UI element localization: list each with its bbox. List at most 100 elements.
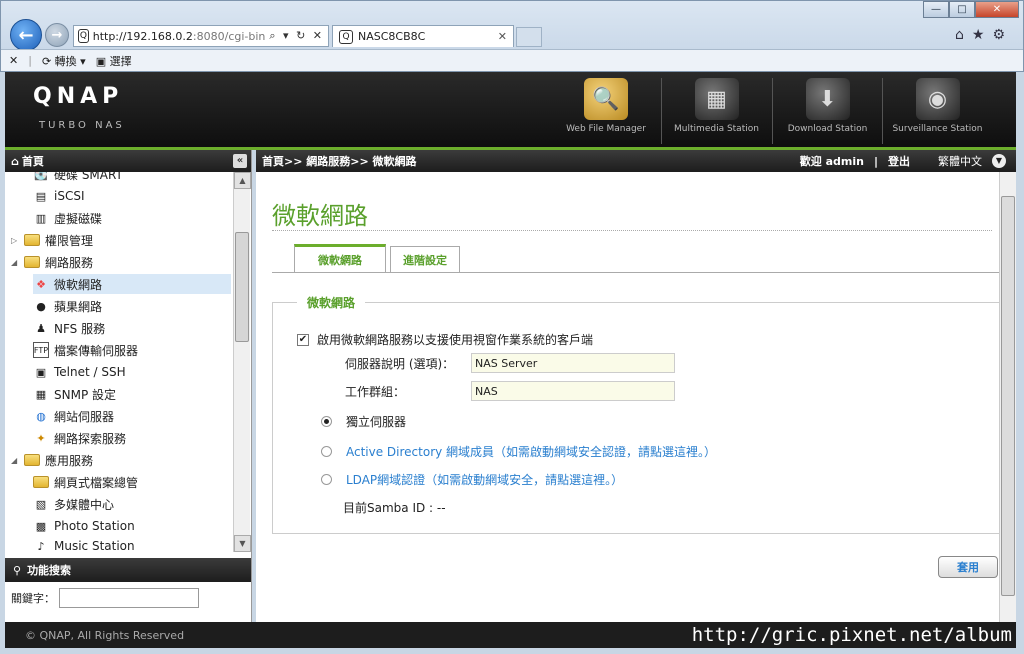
web-file-manager-app[interactable]: 🔍 Web File Manager bbox=[551, 78, 661, 144]
scroll-down-icon[interactable]: ▼ bbox=[234, 535, 251, 552]
search-keyword-label: 關鍵字： bbox=[11, 592, 55, 605]
language-selector[interactable]: 繁體中文 bbox=[938, 153, 982, 169]
tab-close-icon[interactable]: ✕ bbox=[498, 30, 507, 43]
standalone-server-option[interactable]: 獨立伺服器 bbox=[321, 413, 406, 430]
sidebar-header: ⌂ 首頁 « bbox=[5, 150, 251, 172]
ldap-radio[interactable] bbox=[321, 474, 332, 485]
discovery-icon: ✦ bbox=[36, 431, 46, 445]
scroll-thumb[interactable] bbox=[235, 232, 249, 342]
snmp-icon: ▦ bbox=[35, 387, 47, 401]
ftp-icon: FTP bbox=[33, 342, 49, 358]
browser-tab-active[interactable]: Q NASC8CB8C ✕ bbox=[332, 25, 514, 47]
surveillance-station-app[interactable]: ◉ Surveillance Station bbox=[882, 78, 992, 144]
multimedia-icon: ▦ bbox=[694, 78, 739, 120]
cmdbar-close-icon[interactable]: ✕ bbox=[9, 54, 18, 67]
sidebar-item-nfs[interactable]: ♟ NFS 服務 bbox=[33, 318, 105, 338]
sidebar-scrollbar[interactable]: ▲ ▼ bbox=[233, 172, 251, 552]
breadcrumb: 首頁>> 網路服務>> 微軟網路 bbox=[262, 155, 417, 168]
active-directory-option[interactable]: Active Directory 網域成員（如需啟動網域安全認證，請點選這裡。） bbox=[321, 443, 716, 460]
sidebar-item-ftp[interactable]: FTP 檔案傳輸伺服器 bbox=[33, 340, 138, 360]
select-button[interactable]: ▣ 選擇 bbox=[96, 53, 132, 69]
sidebar-item-photo-station[interactable]: ▩ Photo Station bbox=[33, 516, 135, 536]
sidebar-item-network-discovery[interactable]: ✦ 網路探索服務 bbox=[33, 428, 126, 448]
download-station-app[interactable]: ⬇ Download Station bbox=[772, 78, 882, 144]
search-icon: ⚲ bbox=[13, 563, 22, 577]
convert-button[interactable]: ⟳ 轉換 ▾ bbox=[42, 53, 86, 69]
standalone-server-radio[interactable] bbox=[321, 416, 332, 427]
sidebar-item-microsoft-network[interactable]: ❖ 微軟網路 bbox=[33, 274, 231, 294]
minimize-icon[interactable]: — bbox=[923, 1, 949, 18]
sidebar-item-music-station[interactable]: ♪ Music Station bbox=[33, 536, 134, 553]
apply-button[interactable]: 套用 bbox=[938, 556, 998, 578]
active-directory-radio[interactable] bbox=[321, 446, 332, 457]
enable-smb-checkbox[interactable]: ✔ bbox=[297, 333, 309, 346]
ldap-option[interactable]: LDAP網域認證（如需啟動網域安全，請點選這裡。） bbox=[321, 471, 623, 488]
fieldset-legend: 微軟網路 bbox=[297, 294, 366, 311]
enable-smb-row[interactable]: ✔ 啟用微軟網路服務以支援使用視窗作業系統的客戶端 bbox=[297, 331, 593, 348]
tab-advanced-settings[interactable]: 進階設定 bbox=[390, 246, 460, 272]
music-icon: ♪ bbox=[37, 539, 45, 553]
sidebar-item-iscsi[interactable]: ▤ iSCSI bbox=[33, 186, 85, 206]
address-bar[interactable]: Q http://192.168.0.2:8080/cgi-bin ⌕ ▾ ↻ … bbox=[73, 25, 329, 47]
sidebar-item-web-file-manager[interactable]: 網頁式檔案總管 bbox=[33, 472, 138, 492]
logout-link[interactable]: 登出 bbox=[888, 153, 910, 169]
windows-logo-icon: ❖ bbox=[36, 277, 46, 291]
sidebar-item-application-services[interactable]: ◢ 應用服務 bbox=[11, 450, 93, 470]
main-header: 首頁>> 網路服務>> 微軟網路 歡迎 admin | 登出 繁體中文 ▼ bbox=[256, 150, 1016, 172]
iscsi-icon: ▤ bbox=[35, 189, 47, 203]
forward-button[interactable]: → bbox=[45, 23, 69, 47]
expand-triangle-icon: ▷ bbox=[11, 235, 18, 245]
sidebar-item-network-services[interactable]: ◢ 網路服務 bbox=[11, 252, 93, 272]
server-description-row: 伺服器說明 (選項)： NAS Server bbox=[345, 353, 675, 373]
workgroup-input[interactable]: NAS bbox=[471, 381, 675, 401]
sidebar-tree: 💽 硬碟 SMART ▤ iSCSI ▥ 虛擬磁碟 ▷ 權限管理 ◢ 網路服務 ❖ 微軟網路… bbox=[5, 172, 251, 552]
collapse-triangle-icon: ◢ bbox=[11, 257, 18, 267]
main-panel: 首頁>> 網路服務>> 微軟網路 歡迎 admin | 登出 繁體中文 ▼ 微軟… bbox=[256, 150, 1016, 622]
window-controls: — □ ✕ bbox=[923, 1, 1019, 18]
main-scroll-thumb[interactable] bbox=[1001, 196, 1015, 596]
home-star-gear-icons[interactable]: ⌂★⚙ bbox=[955, 27, 1013, 43]
folder-icon bbox=[24, 234, 40, 246]
folder-open-icon bbox=[24, 256, 40, 268]
function-search-header: ⚲ 功能搜索 bbox=[5, 558, 251, 582]
sidebar: ⌂ 首頁 « 💽 硬碟 SMART ▤ iSCSI ▥ 虛擬磁碟 ▷ 權限管理 ◢ 網路服… bbox=[5, 150, 252, 622]
tab-title: NASC8CB8C bbox=[358, 30, 426, 43]
sidebar-item-apple-network[interactable]: ● 蘋果網路 bbox=[33, 296, 102, 316]
server-description-label: 伺服器說明 (選項)： bbox=[345, 356, 455, 371]
search-input[interactable] bbox=[59, 588, 199, 608]
sidebar-item-telnet-ssh[interactable]: ▣ Telnet / SSH bbox=[33, 362, 126, 382]
terminal-icon: ▣ bbox=[35, 365, 47, 379]
scroll-up-icon[interactable]: ▲ bbox=[234, 172, 251, 189]
sidebar-item-snmp[interactable]: ▦ SNMP 設定 bbox=[33, 384, 116, 404]
tab-divider bbox=[272, 272, 1000, 273]
sidebar-item-virtual-disk[interactable]: ▥ 虛擬磁碟 bbox=[33, 208, 102, 228]
sidebar-item-smart[interactable]: 💽 硬碟 SMART bbox=[33, 172, 123, 184]
collapse-triangle-icon: ◢ bbox=[11, 455, 18, 465]
function-search-row: 關鍵字： bbox=[5, 584, 251, 612]
address-controls-icon[interactable]: ⌕ ▾ ↻ ✕ bbox=[265, 29, 328, 43]
chevron-down-icon[interactable]: ▼ bbox=[992, 154, 1006, 168]
main-scrollbar[interactable] bbox=[999, 172, 1016, 622]
disk-icon: 💽 bbox=[34, 172, 48, 181]
sidebar-item-multimedia-center[interactable]: ▧ 多媒體中心 bbox=[33, 494, 114, 514]
sidebar-item-permissions[interactable]: ▷ 權限管理 bbox=[11, 230, 93, 250]
close-window-icon[interactable]: ✕ bbox=[975, 1, 1019, 18]
sidebar-item-web-server[interactable]: ◍ 網站伺服器 bbox=[33, 406, 114, 426]
folder-magnifier-icon: 🔍 bbox=[584, 78, 628, 120]
back-button[interactable]: ← bbox=[10, 19, 42, 51]
maximize-icon[interactable]: □ bbox=[949, 1, 975, 18]
server-description-input[interactable]: NAS Server bbox=[471, 353, 675, 373]
copyright-text: © QNAP, All Rights Reserved bbox=[25, 628, 185, 642]
workgroup-row: 工作群組： NAS bbox=[345, 381, 675, 401]
virtual-disk-icon: ▥ bbox=[35, 211, 47, 225]
folder-icon bbox=[33, 476, 49, 488]
camera-icon: ◉ bbox=[915, 78, 960, 120]
tab-favicon-icon: Q bbox=[339, 29, 353, 44]
qnap-subtitle: TURBO NAS bbox=[39, 120, 125, 131]
new-tab-button[interactable] bbox=[516, 27, 542, 47]
tab-microsoft-network[interactable]: 微軟網路 bbox=[294, 244, 386, 272]
folder-open-icon bbox=[24, 454, 40, 466]
collapse-sidebar-icon[interactable]: « bbox=[233, 154, 247, 168]
multimedia-station-app[interactable]: ▦ Multimedia Station bbox=[661, 78, 771, 144]
watermark-text: http://gric.pixnet.net/album bbox=[691, 624, 1012, 646]
